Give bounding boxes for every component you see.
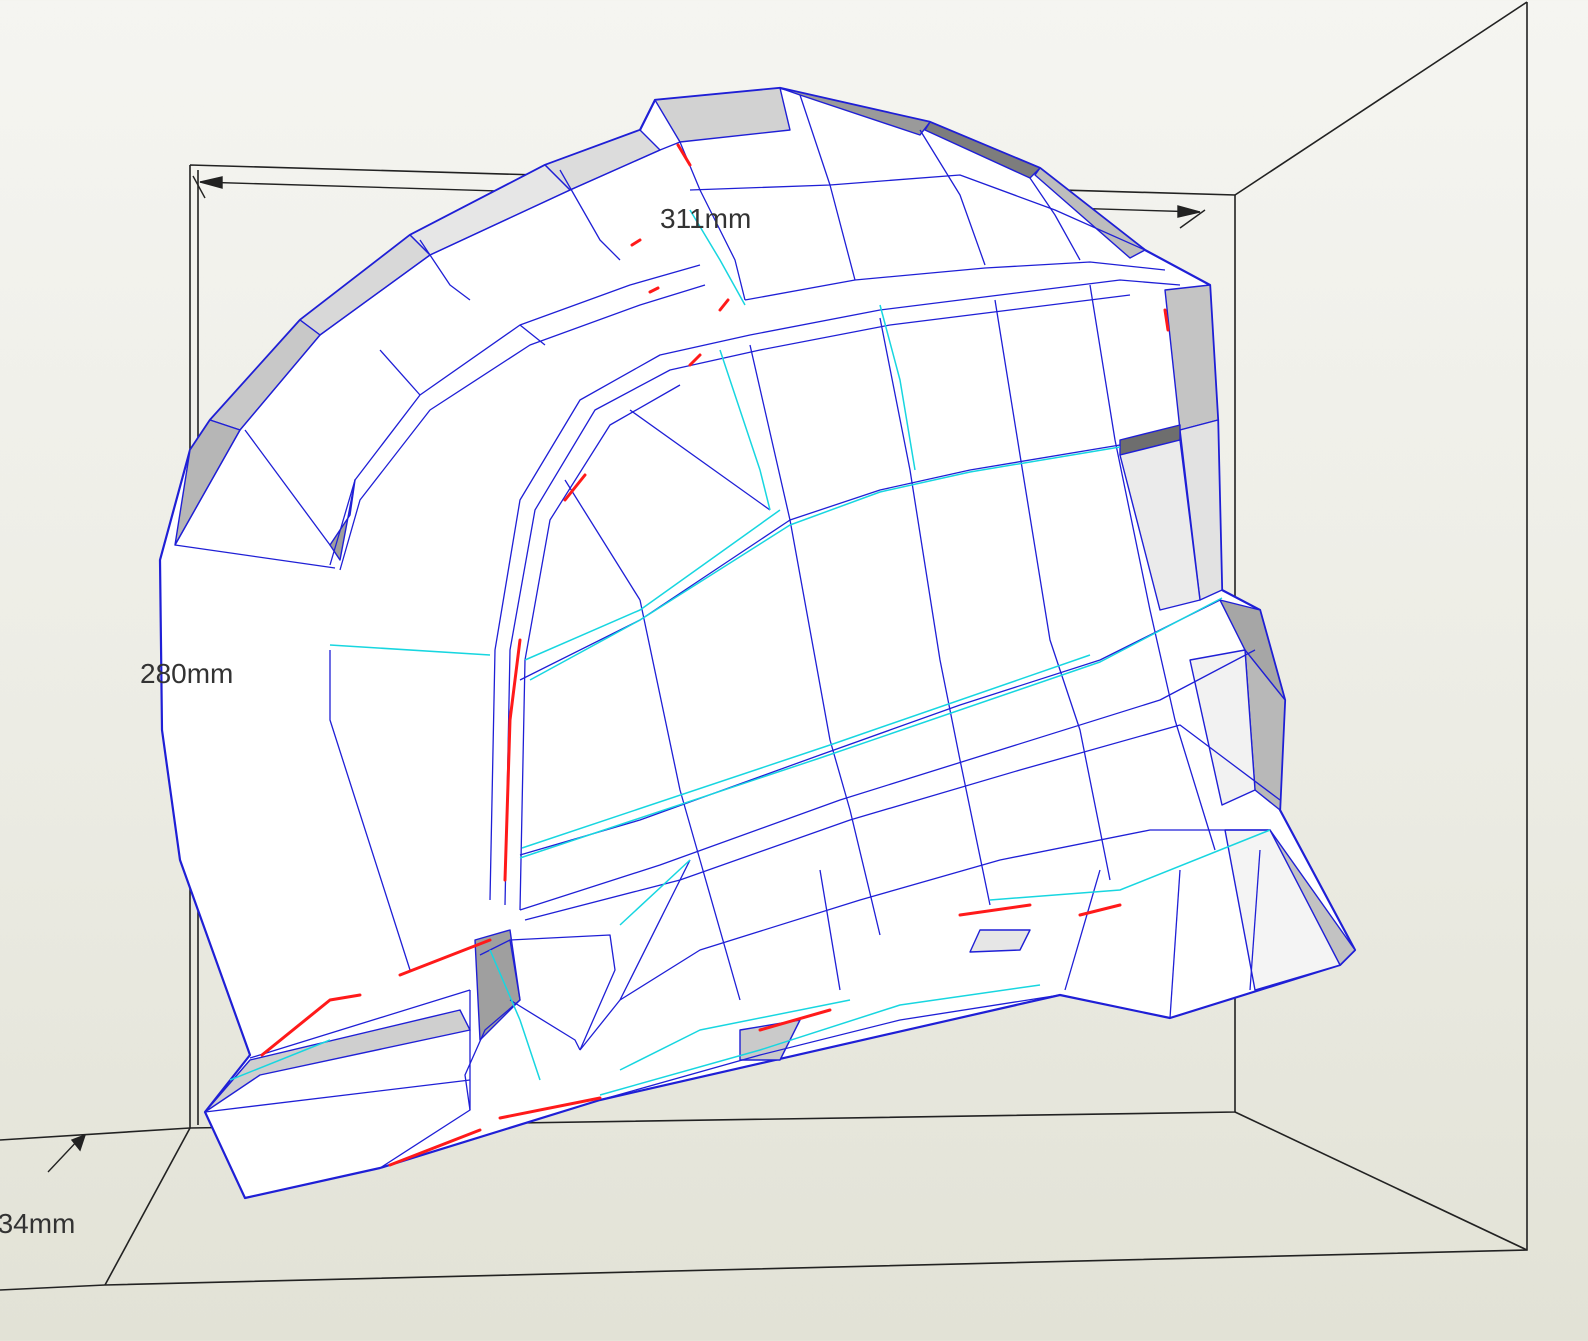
bounding-box-edge-bottom-right [1234,1111,1528,1251]
facet [969,929,1031,953]
width-dimension-tick-left [192,175,206,199]
height-dimension-label: 280mm [140,658,233,689]
depth-dimension-label: 234mm [0,1208,75,1239]
3d-model-viewport[interactable]: 311mm 280mm 234mm [0,0,1588,1341]
width-dimension-label: 311mm [660,203,751,234]
bounding-box-edge-floor-front [0,1284,106,1291]
helmet-mesh[interactable] [158,86,1357,1200]
bounding-box-edge-top-right [1234,1,1528,196]
bounding-box-edge-bottom-left [104,1127,191,1286]
depth-arrow-icon [70,1133,87,1152]
bounding-box-edge-floor-left [0,1127,191,1141]
width-arrow-left-icon [199,176,223,189]
